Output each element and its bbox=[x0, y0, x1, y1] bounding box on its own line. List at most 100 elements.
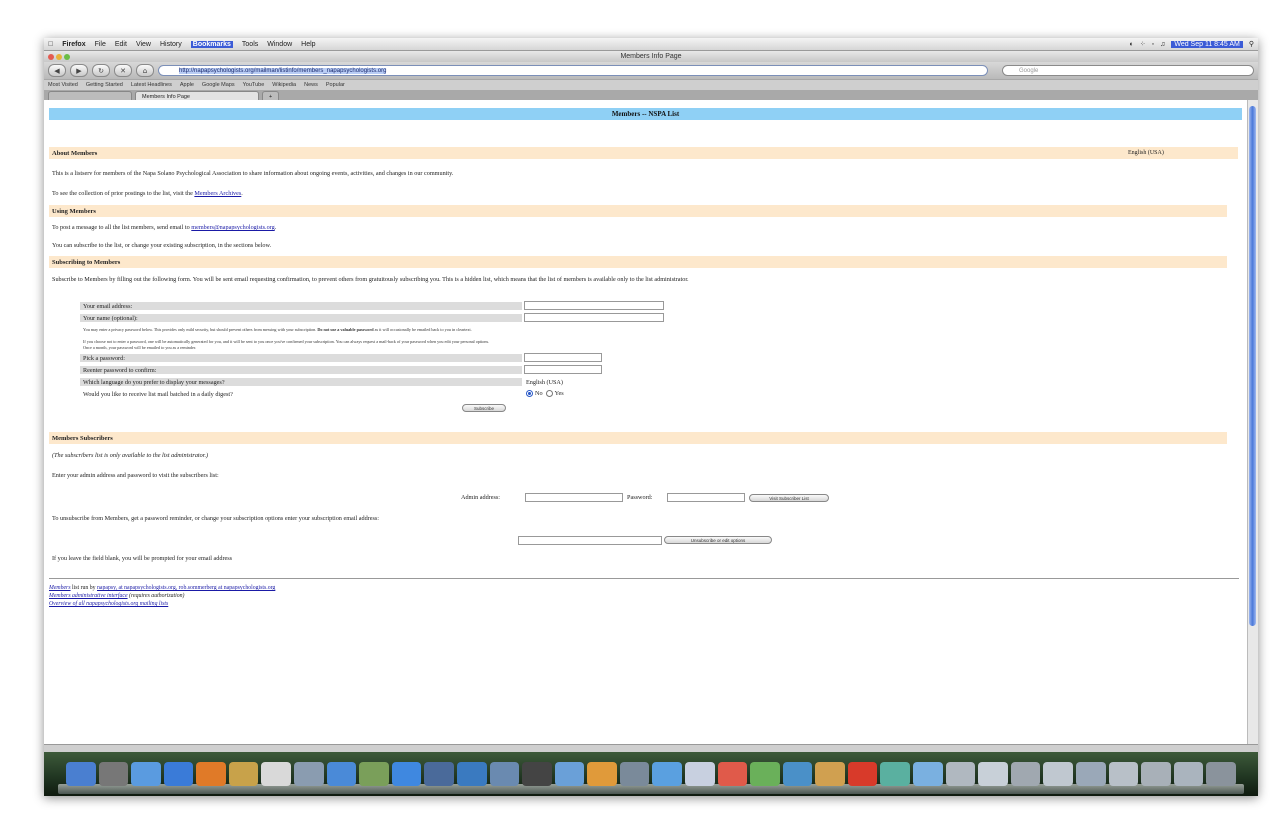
unsubscribe-options-button[interactable]: Unsubscribe or edit options bbox=[664, 536, 772, 544]
app-store-icon[interactable] bbox=[131, 762, 161, 786]
email-field[interactable] bbox=[524, 301, 664, 310]
digest-no-radio[interactable] bbox=[526, 390, 533, 398]
acrobat-icon[interactable] bbox=[847, 762, 878, 786]
preview-icon[interactable] bbox=[489, 762, 520, 786]
list-admins-link[interactable]: napapsy, at napapsychologists.org, rob.s… bbox=[97, 585, 275, 591]
finder-icon[interactable] bbox=[66, 762, 96, 786]
document-icon[interactable] bbox=[1043, 762, 1073, 786]
xcode-icon[interactable] bbox=[554, 762, 585, 786]
section-heading: Subscribing to Members bbox=[52, 258, 121, 266]
textedit-icon[interactable] bbox=[684, 762, 715, 786]
document-icon[interactable] bbox=[1141, 762, 1171, 786]
radio-label: No bbox=[535, 390, 543, 397]
reload-icon[interactable]: ↻ bbox=[92, 64, 110, 77]
stop-icon[interactable]: ✕ bbox=[114, 64, 132, 77]
downloads-icon[interactable] bbox=[1173, 762, 1204, 786]
safari-icon[interactable] bbox=[326, 762, 357, 786]
url-bar[interactable]: http://napapsychologists.org/mailman/lis… bbox=[158, 65, 988, 76]
menu-tools[interactable]: Tools bbox=[242, 41, 258, 48]
firefox-icon[interactable] bbox=[196, 762, 226, 786]
section-subscribers: Members Subscribers bbox=[49, 432, 1227, 444]
subscribe-button[interactable]: Subscribe bbox=[462, 404, 506, 412]
bookmark-item[interactable]: YouTube bbox=[243, 82, 265, 88]
skype-icon[interactable] bbox=[652, 762, 682, 786]
menu-view[interactable]: View bbox=[136, 41, 151, 48]
bookmark-item[interactable]: Apple bbox=[180, 82, 194, 88]
footer-line-3: Overview of all napapsychologists.org ma… bbox=[49, 600, 275, 608]
members-archives-link[interactable]: Members Archives bbox=[194, 190, 241, 197]
office-icon[interactable] bbox=[717, 762, 748, 786]
search-input[interactable]: Google bbox=[1002, 65, 1254, 76]
members-email-link[interactable]: members@napapsychologists.org bbox=[191, 224, 274, 231]
confirm-password-field[interactable] bbox=[524, 365, 602, 374]
admin-password-field[interactable] bbox=[667, 493, 745, 502]
url-text: http://napapsychologists.org/mailman/lis… bbox=[179, 67, 387, 74]
document-icon[interactable] bbox=[978, 762, 1008, 786]
terminal-icon[interactable] bbox=[619, 762, 650, 786]
menu-clock[interactable]: Wed Sep 11 8:45 AM bbox=[1171, 40, 1243, 48]
apple-icon[interactable]:  bbox=[48, 41, 53, 48]
address-book-icon[interactable] bbox=[228, 762, 259, 786]
vlc-icon[interactable] bbox=[587, 762, 617, 786]
volume-icon[interactable]: ♫ bbox=[1160, 41, 1165, 48]
bookmark-item[interactable]: Popular bbox=[326, 82, 345, 88]
name-label: Your name (optional): bbox=[80, 314, 522, 322]
photo-icon[interactable] bbox=[294, 762, 324, 786]
digest-yes-radio[interactable] bbox=[545, 390, 553, 398]
menu-bookmarks[interactable]: Bookmarks bbox=[190, 40, 233, 48]
app-icon[interactable] bbox=[880, 762, 911, 786]
back-icon[interactable]: ◀ bbox=[48, 64, 66, 77]
document-icon[interactable] bbox=[945, 762, 976, 786]
network-icon[interactable] bbox=[782, 762, 813, 786]
admin-interface-link[interactable]: Members administrative interface bbox=[49, 593, 128, 599]
globe-icon[interactable] bbox=[913, 762, 943, 786]
system-preferences-icon[interactable] bbox=[98, 762, 129, 786]
status-icon[interactable]: ◐ bbox=[1130, 41, 1134, 48]
password-field[interactable] bbox=[524, 353, 602, 362]
trash-icon[interactable] bbox=[1206, 762, 1236, 786]
menu-firefox[interactable]: Firefox bbox=[62, 41, 85, 48]
maps-icon[interactable] bbox=[750, 762, 780, 786]
admin-address-field[interactable] bbox=[525, 493, 623, 502]
ichat-icon[interactable] bbox=[163, 762, 194, 786]
wifi-icon[interactable]: ◦ bbox=[1152, 41, 1154, 48]
utility-icon[interactable] bbox=[359, 762, 389, 786]
bluetooth-icon[interactable]: ⁘ bbox=[1140, 40, 1146, 48]
footer-line-1: Members list run by napapsy, at napapsyc… bbox=[49, 584, 275, 592]
menu-help[interactable]: Help bbox=[301, 41, 315, 48]
visit-subscriber-list-button[interactable]: Visit Subscriber List bbox=[749, 494, 829, 502]
mail-icon[interactable] bbox=[391, 762, 422, 786]
bookmark-item[interactable]: Latest Headlines bbox=[131, 82, 172, 88]
menu-window[interactable]: Window bbox=[267, 41, 292, 48]
home-icon[interactable]: ⌂ bbox=[136, 64, 154, 77]
bookmark-item[interactable]: Wikipedia bbox=[272, 82, 296, 88]
document-icon[interactable] bbox=[1108, 762, 1139, 786]
forward-icon[interactable]: ▶ bbox=[70, 64, 88, 77]
menu-edit[interactable]: Edit bbox=[115, 41, 127, 48]
archive-prefix: To see the collection of prior postings … bbox=[52, 190, 193, 197]
label-text: Pick a password: bbox=[83, 354, 125, 362]
members-list-link[interactable]: Members bbox=[49, 585, 71, 591]
itunes-icon[interactable] bbox=[522, 762, 552, 786]
bookmark-item[interactable]: Google Maps bbox=[202, 82, 235, 88]
digest-question: Would you like to receive list mail batc… bbox=[80, 390, 522, 398]
bookmark-item[interactable]: Most Visited bbox=[48, 82, 78, 88]
pages-icon[interactable] bbox=[815, 762, 845, 786]
document-icon[interactable] bbox=[1010, 762, 1041, 786]
dashboard-icon[interactable] bbox=[424, 762, 454, 786]
calendar-icon[interactable] bbox=[261, 762, 292, 786]
vertical-scrollbar[interactable] bbox=[1247, 100, 1258, 756]
menu-file[interactable]: File bbox=[95, 41, 106, 48]
all-lists-overview-link[interactable]: Overview of all napapsychologists.org ma… bbox=[49, 601, 168, 607]
spotlight-icon[interactable]: ⚲ bbox=[1249, 40, 1254, 48]
document-icon[interactable] bbox=[1075, 762, 1106, 786]
bookmark-item[interactable]: News bbox=[304, 82, 318, 88]
bookmark-item[interactable]: Getting Started bbox=[86, 82, 123, 88]
time-machine-icon[interactable] bbox=[456, 762, 487, 786]
section-heading: Using Members bbox=[52, 207, 96, 215]
name-field[interactable] bbox=[524, 313, 664, 322]
language-value[interactable]: English (USA) bbox=[526, 379, 563, 386]
menu-history[interactable]: History bbox=[160, 41, 182, 48]
scrollbar-thumb[interactable] bbox=[1249, 106, 1256, 626]
unsubscribe-email-field[interactable] bbox=[518, 536, 662, 545]
